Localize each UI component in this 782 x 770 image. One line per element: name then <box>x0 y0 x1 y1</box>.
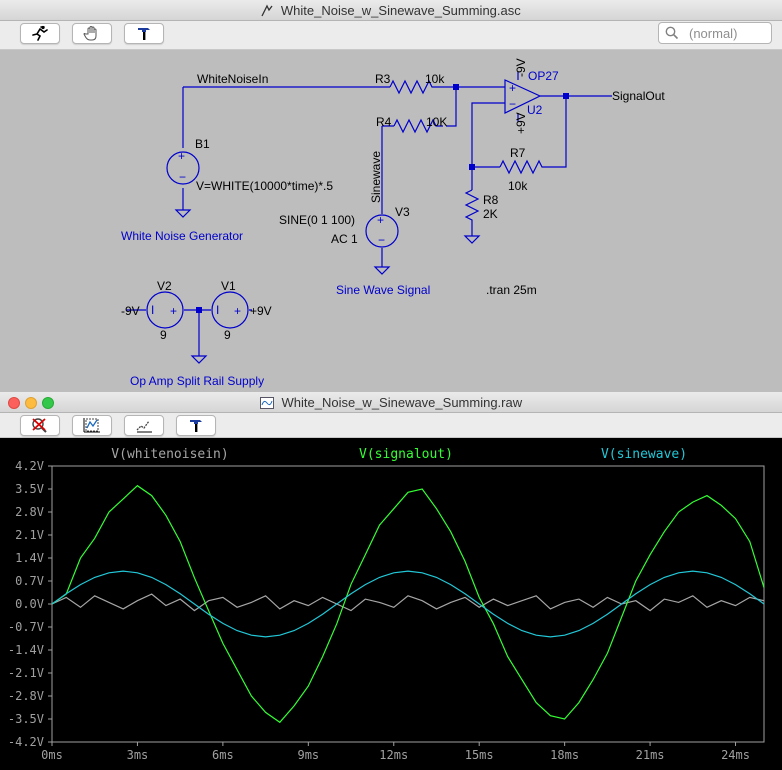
y-tick-label: -2.1V <box>8 666 44 680</box>
r4-name: R4 <box>376 115 392 129</box>
spice-directive-tran: .tran 25m <box>486 283 537 297</box>
opamp-ref: U2 <box>527 103 543 117</box>
svg-text:+: + <box>234 304 241 318</box>
voltage-source-v2[interactable]: I + <box>146 291 184 329</box>
voltage-source-v1[interactable]: I + <box>211 291 249 329</box>
behavioral-source-b1[interactable]: + − <box>166 149 200 185</box>
y-tick-label: -0.7V <box>8 620 44 634</box>
y-tick-label: 0.0V <box>15 597 44 611</box>
x-tick-label: 0ms <box>41 748 63 762</box>
svg-text:+: + <box>377 213 384 227</box>
waveform-window: 4.2V 3.5V 2.8V 2.1V 1.4V 0.7V 0.0V -0.7V -1.4V -2… <box>0 392 782 770</box>
raw-file-icon <box>259 397 274 412</box>
net-label-whitenoisein: WhiteNoiseIn <box>197 72 268 86</box>
v3-name: V3 <box>395 205 410 219</box>
opamp-neg-supply-label: -9V <box>514 58 528 77</box>
b1-name: B1 <box>195 137 210 151</box>
comment-split-rail-supply: Op Amp Split Rail Supply <box>130 374 264 388</box>
pos-rail-label: +9V <box>250 304 272 318</box>
x-tick-label: 6ms <box>212 748 234 762</box>
v2-value: 9 <box>160 328 167 342</box>
y-tick-label: 1.4V <box>15 551 44 565</box>
svg-text:−: − <box>179 170 186 184</box>
net-label-signalout: SignalOut <box>612 89 665 103</box>
schematic-canvas[interactable]: + − OP27 U2 -9V +9V + − + − I + I + Whit… <box>0 0 782 392</box>
y-tick-label: -3.5V <box>8 712 44 726</box>
y-tick-label: 4.2V <box>15 459 44 473</box>
legend-sinewave[interactable]: V(sinewave) <box>601 447 687 462</box>
resistor-r8[interactable] <box>464 189 480 222</box>
r4-value: 10K <box>426 115 447 129</box>
svg-text:+: + <box>178 149 185 163</box>
opamp-pos-supply-label: +9V <box>514 112 528 134</box>
y-tick-label: 3.5V <box>15 482 44 496</box>
r7-name: R7 <box>510 146 526 160</box>
pan-trace-button[interactable] <box>124 415 164 436</box>
v2-name: V2 <box>157 279 172 293</box>
waveform-toolbar <box>0 413 782 438</box>
svg-text:I: I <box>151 303 154 317</box>
zoom-cancel-button[interactable] <box>20 415 60 436</box>
comment-white-noise-generator: White Noise Generator <box>121 229 243 243</box>
svg-text:+: + <box>509 81 516 95</box>
svg-text:I: I <box>216 303 219 317</box>
y-tick-label: -1.4V <box>8 643 44 657</box>
net-label-sinewave: Sinewave <box>369 151 383 203</box>
waveform-titlebar: White_Noise_w_Sinewave_Summing.raw <box>0 392 782 413</box>
waveform-plot[interactable]: 4.2V 3.5V 2.8V 2.1V 1.4V 0.7V 0.0V -0.7V -1.4V -2… <box>0 392 782 770</box>
y-tick-label: 2.1V <box>15 528 44 542</box>
x-tick-label: 24ms <box>721 748 750 762</box>
r7-value: 10k <box>508 179 528 193</box>
neg-rail-label: -9V <box>121 304 140 318</box>
y-tick-label: -4.2V <box>8 735 44 749</box>
r3-value: 10k <box>425 72 445 86</box>
b1-expression: V=WHITE(10000*time)*.5 <box>196 179 333 193</box>
x-tick-label: 3ms <box>127 748 149 762</box>
legend-signalout[interactable]: V(signalout) <box>359 447 453 462</box>
x-tick-label: 18ms <box>550 748 579 762</box>
v1-name: V1 <box>221 279 236 293</box>
v3-value-sine: SINE(0 1 100) <box>279 213 355 227</box>
autorange-button[interactable] <box>72 415 112 436</box>
r3-name: R3 <box>375 72 391 86</box>
y-tick-label: 2.8V <box>15 505 44 519</box>
svg-text:−: − <box>509 97 516 111</box>
y-tick-label: 0.7V <box>15 574 44 588</box>
legend-whitenoisein[interactable]: V(whitenoisein) <box>111 447 228 462</box>
comment-sine-wave-signal: Sine Wave Signal <box>336 283 430 297</box>
v3-value-ac: AC 1 <box>331 232 358 246</box>
x-tick-label: 12ms <box>379 748 408 762</box>
opamp-model: OP27 <box>528 69 559 83</box>
x-tick-label: 9ms <box>297 748 319 762</box>
voltage-source-v3[interactable]: + − <box>365 213 399 248</box>
r8-value: 2K <box>483 207 498 221</box>
svg-text:+: + <box>170 304 177 318</box>
x-tick-label: 21ms <box>636 748 665 762</box>
plot-background <box>0 437 782 770</box>
v1-value: 9 <box>224 328 231 342</box>
r8-name: R8 <box>483 193 499 207</box>
y-tick-label: -2.8V <box>8 689 44 703</box>
resistor-r7[interactable] <box>499 159 553 175</box>
x-tick-label: 15ms <box>465 748 494 762</box>
waveform-title: White_Noise_w_Sinewave_Summing.raw <box>281 395 523 410</box>
svg-text:−: − <box>378 233 385 247</box>
schematic-window: White_Noise_w_Sinewave_Summing.asc (norm… <box>0 0 782 392</box>
hammer-button-plot[interactable] <box>176 415 216 436</box>
